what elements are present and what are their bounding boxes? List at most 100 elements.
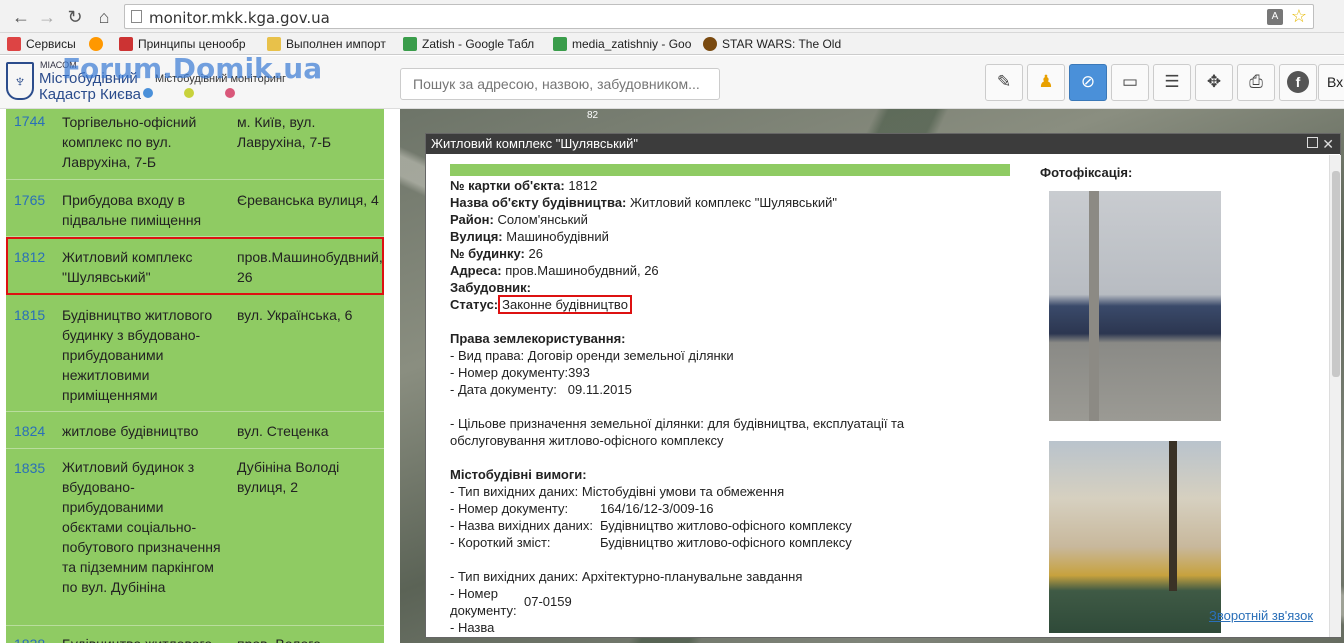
object-address: вул. Українська, 6 [237,307,353,323]
site-photo-1[interactable] [1049,191,1221,421]
bookmark-zatish[interactable]: Zatish - Google Табл [403,36,534,52]
req1-num-value: 164/16/12-3/009-16 [600,501,714,516]
objects-list: 1744 Торгівельно-офісний комплекс по вул… [6,109,384,643]
back-icon[interactable]: ← [10,6,32,28]
house-label: № будинку: [450,246,525,261]
list-item[interactable]: 1835 Житловий будинок з вбудовано-прибуд… [6,449,384,626]
object-details-popup: Житловий комплекс "Шулявський" ✕ № картк… [425,133,1341,638]
photo-pole [1089,191,1099,421]
req1-type: - Тип вихідних даних: Містобудівні умови… [450,484,785,499]
req2-num-value: 07-0159 [524,594,572,609]
object-name: Житловий комплекс "Шулявський" [62,249,193,285]
house-value: 26 [528,246,543,261]
bookmark-ok[interactable] [89,36,108,52]
object-address: Єреванська вулиця, 4 [237,192,379,208]
list-item[interactable]: 1765 Прибудова входу в підвальне пиміщен… [6,180,384,237]
object-id[interactable]: 1835 [14,460,45,476]
object-id[interactable]: 1744 [14,113,45,129]
starwars-icon [703,37,717,51]
print-icon[interactable]: ⎙ [1237,64,1275,101]
req2-type: - Тип вихідних даних: Архітектурно-плану… [450,569,803,584]
land-date-label: - Дата документу: [450,382,557,397]
list-item[interactable]: 1815 Будівництво житлового будинку з вбу… [6,295,384,412]
district-value: Солом'янський [497,212,588,227]
page-icon [131,10,142,23]
list-item[interactable]: 1744 Торгівельно-офісний комплекс по вул… [6,109,384,180]
watermark: Forum.Domik.ua [62,52,323,85]
ruler-icon[interactable]: ▭ [1111,64,1149,101]
object-name: Будівництво житлового [62,634,227,643]
dots-icon [119,37,133,51]
bookmark-services[interactable]: Сервисы [7,36,76,52]
object-id[interactable]: 1838 [14,636,45,643]
maximize-icon[interactable] [1307,137,1318,148]
object-id[interactable]: 1815 [14,307,45,323]
login-button[interactable]: Вх [1318,64,1344,101]
object-details: № картки об'єкта: 1812 Назва об'єкту буд… [450,177,1040,636]
site-photo-2[interactable] [1049,441,1221,633]
forward-icon[interactable]: → [36,6,58,28]
url-text[interactable]: monitor.mkk.kga.gov.ua [149,9,330,27]
search-input[interactable] [400,68,720,100]
list-item[interactable]: 1838 Будівництво житлового пров. Волого [6,626,384,643]
address-bar[interactable]: monitor.mkk.kga.gov.ua A ☆ [124,4,1314,29]
bookmark-principles[interactable]: Принципы ценообр [119,36,246,52]
bookmark-media[interactable]: media_zatishniy - Goo [553,36,691,52]
req1-name-value: Будівництво житлово-офісного комплексу [600,518,852,533]
dot-blue [143,88,153,98]
photos-title: Фотофіксація: [1040,165,1133,180]
crosshair-icon[interactable]: ✥ [1195,64,1233,101]
bookmark-starwars[interactable]: STAR WARS: The Old [703,36,841,52]
developer-label: Забудовник: [450,280,532,295]
name-value: Житловий комплекс "Шулявський" [630,195,837,210]
feedback-link[interactable]: Зворотній зв'язок [1209,608,1313,623]
panel-gutter [384,109,400,643]
scrollbar-thumb[interactable] [1332,171,1340,377]
object-id[interactable]: 1824 [14,423,45,439]
layers-icon[interactable]: ☰ [1153,64,1191,101]
street-value: Машинобудівний [506,229,609,244]
photo-tree [1169,441,1177,591]
address-label: Адреса: [450,263,502,278]
land-docnum: - Номер документу:393 [450,365,590,380]
object-name: Будівництво житлового будинку з вбудован… [62,307,213,403]
land-date-value: 09.11.2015 [567,382,632,397]
street-view-icon[interactable]: ♟ [1027,64,1065,101]
list-item[interactable]: 1824 житлове будівництво вул. Стеценка [6,412,384,449]
req1-num-label: - Номер документу: [450,501,569,516]
close-icon[interactable]: ✕ [1322,134,1334,154]
street-label: Вулиця: [450,229,503,244]
brand-line-2: Кадастр Києва [39,86,141,103]
bookmark-star-icon[interactable]: ☆ [1291,6,1307,27]
translate-icon[interactable]: A [1267,9,1283,25]
object-id[interactable]: 1765 [14,192,45,208]
list-item-selected[interactable]: 1812 Житловий комплекс "Шулявський" пров… [6,237,384,295]
bookmark-import[interactable]: Выполнен импорт [267,36,386,52]
address-value: пров.Машинобудвний, 26 [505,263,659,278]
land-title: Права землекористування: [450,331,626,346]
reload-icon[interactable]: ↻ [64,6,86,28]
req1-short-value: Будівництво житлово-офісного комплексу [600,535,852,550]
object-address: вул. Стеценка [237,423,329,439]
app-header: ♆ МІАСОМ Містобудівний Кадастр Києва Міс… [0,52,1344,109]
drive-icon [403,37,417,51]
object-name: Прибудова входу в підвальне пиміщення [62,192,202,228]
district-label: Район: [450,212,494,227]
object-name: житлове будівництво [62,423,199,439]
card-value: 1812 [568,178,598,193]
object-address: м. Київ, вул. Лаврухіна, 7-Б [237,114,332,150]
map-label: 82 [587,110,599,121]
home-icon[interactable]: ⌂ [93,6,115,28]
popup-scrollbar[interactable] [1329,155,1341,637]
req1-name-label: - Назва вихідних даних: [450,518,594,533]
req2-num-label-2: документу: [450,603,517,618]
ok-icon [89,37,103,51]
req1-short-label: - Короткий зміст: [450,535,551,550]
object-address: Дубініна Володі вулиця, 2 [237,459,340,495]
object-id[interactable]: 1812 [14,249,45,265]
object-name: Житловий будинок з вбудовано-прибудовани… [62,459,221,595]
req2-num-label-1: - Номер [450,586,498,601]
facebook-icon[interactable]: f [1279,64,1317,101]
edit-icon[interactable]: ✎ [985,64,1023,101]
compass-icon[interactable]: ⊘ [1069,64,1107,101]
